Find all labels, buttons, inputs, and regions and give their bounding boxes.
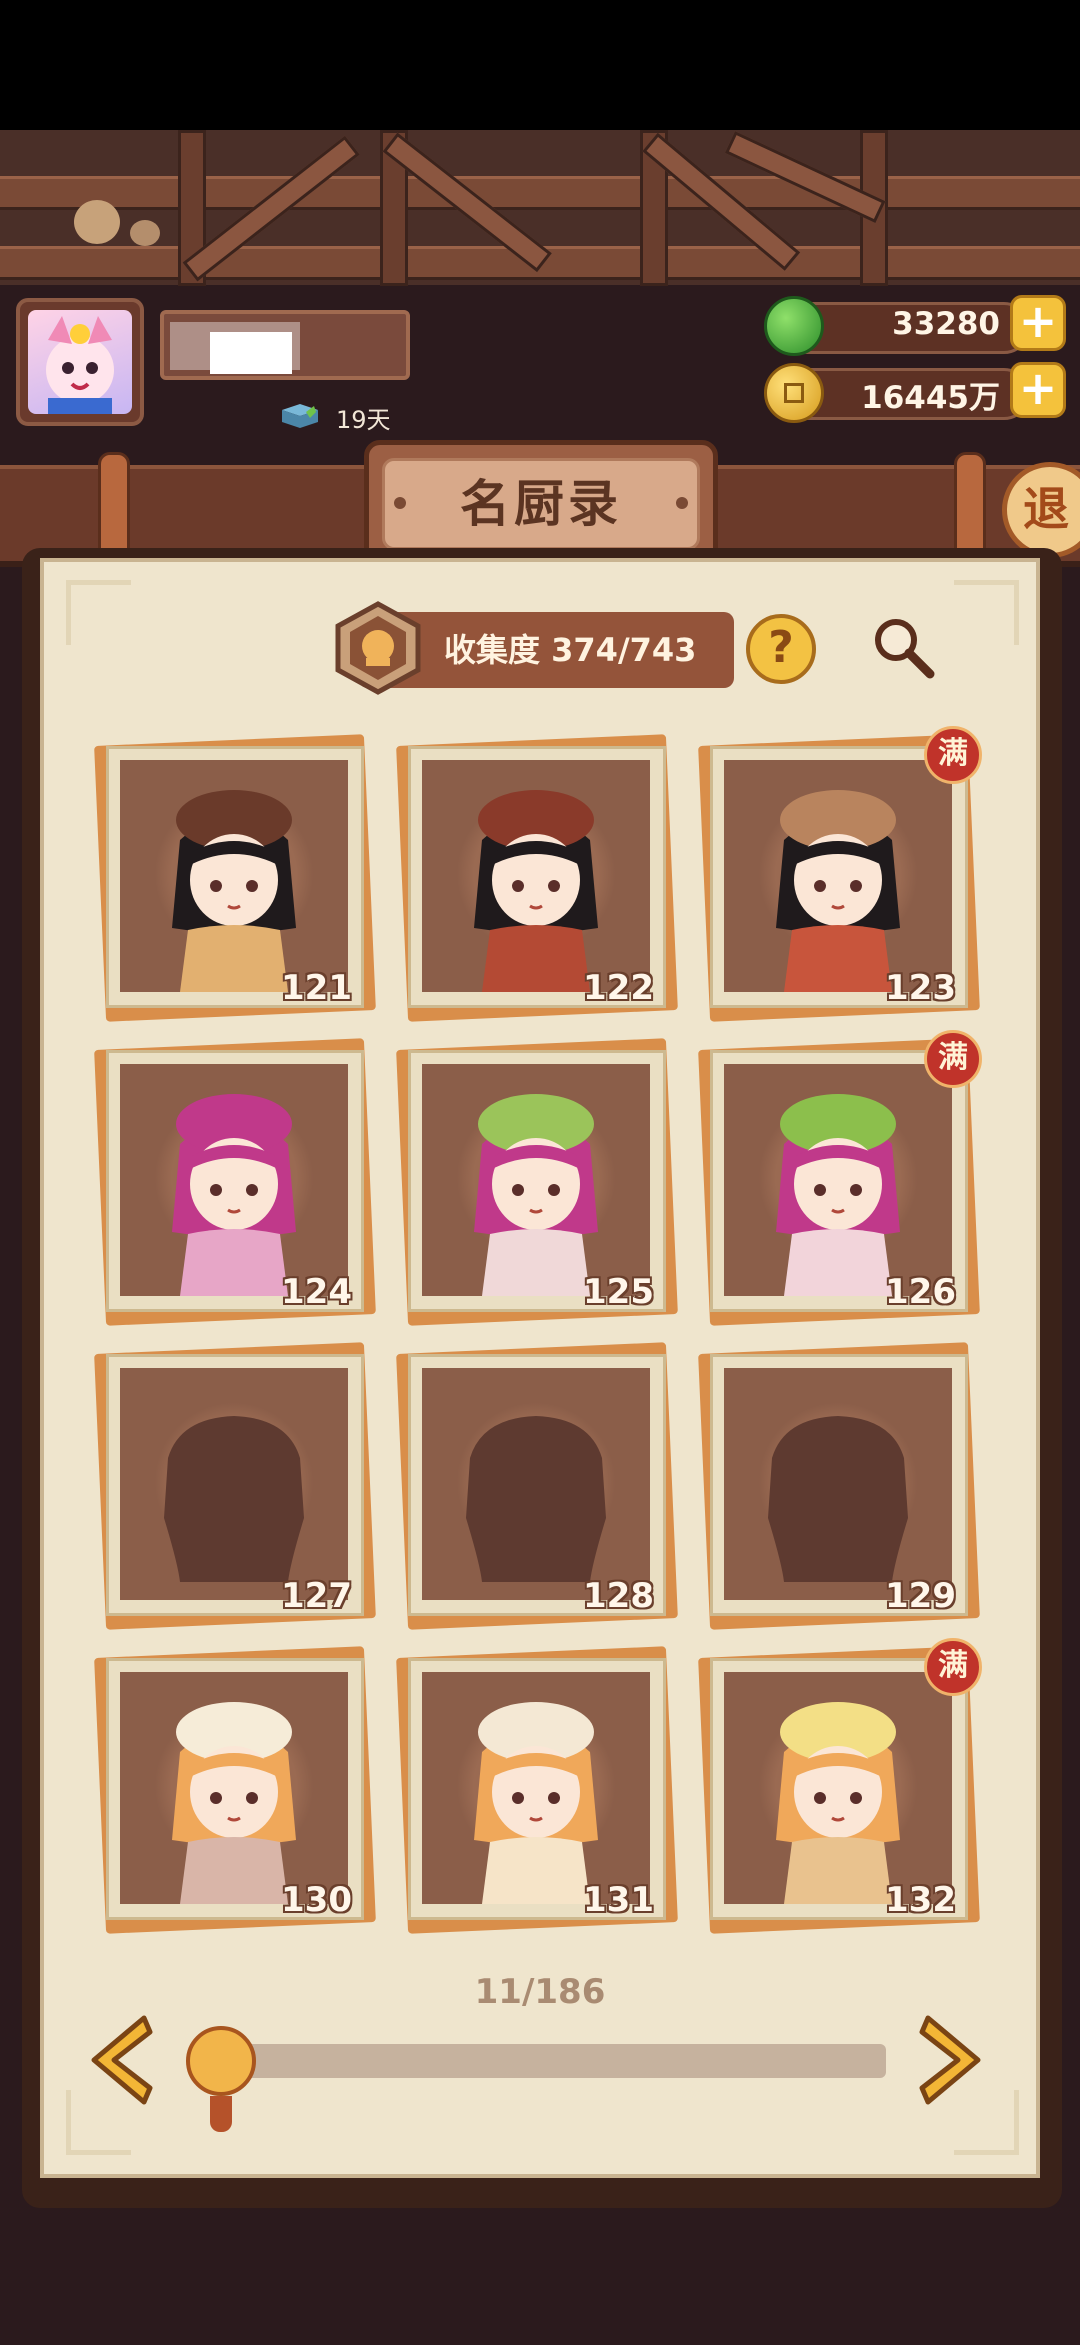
- locked-silhouette-icon: [768, 1416, 908, 1582]
- chef-hat-icon: [330, 600, 426, 696]
- chef-portrait: [474, 1702, 598, 1904]
- chef-card[interactable]: 128: [396, 1342, 678, 1630]
- chef-card[interactable]: 129: [698, 1342, 980, 1630]
- locked-silhouette-icon: [164, 1416, 304, 1582]
- chef-portrait: [172, 1702, 296, 1904]
- chef-number: 130: [281, 1880, 352, 1920]
- chef-card[interactable]: 123: [698, 734, 980, 1022]
- roof-beams: [0, 130, 1080, 286]
- chef-portrait: [172, 790, 296, 992]
- chef-card[interactable]: 125: [396, 1038, 678, 1326]
- chef-number: 123: [885, 968, 956, 1008]
- chef-portrait: [776, 790, 900, 992]
- jade-amount: 33280: [892, 306, 1000, 342]
- full-badge: 满: [924, 1638, 982, 1696]
- help-button[interactable]: ?: [746, 614, 816, 684]
- coin-amount: 16445万: [861, 380, 1000, 416]
- search-icon[interactable]: [868, 612, 938, 682]
- chef-number: 131: [583, 1880, 654, 1920]
- knob-tassel: [210, 2096, 232, 2132]
- nail: [394, 497, 406, 509]
- chef-number: 126: [885, 1272, 956, 1312]
- chef-portrait: [474, 790, 598, 992]
- corner-ornament: [66, 580, 131, 645]
- chef-portrait: [474, 1094, 598, 1296]
- avatar[interactable]: [28, 310, 132, 414]
- chef-portrait: [172, 1094, 296, 1296]
- book-icon: [280, 402, 320, 430]
- full-badge: 满: [924, 726, 982, 784]
- chef-number: 132: [885, 1880, 956, 1920]
- page-slider-knob[interactable]: [186, 2026, 256, 2096]
- chef-portrait: [776, 1702, 900, 1904]
- add-jade-button[interactable]: +: [1010, 295, 1066, 351]
- nail: [676, 497, 688, 509]
- full-badge: 满: [924, 1030, 982, 1088]
- page-title: 名厨录: [382, 458, 700, 550]
- chef-portrait: [776, 1094, 900, 1296]
- chef-card[interactable]: 121: [94, 734, 376, 1022]
- chef-card[interactable]: 122: [396, 734, 678, 1022]
- chef-number: 128: [583, 1576, 654, 1616]
- chef-number: 127: [281, 1576, 352, 1616]
- chef-card[interactable]: 131: [396, 1646, 678, 1934]
- chef-card[interactable]: 126: [698, 1038, 980, 1326]
- chef-card[interactable]: 130: [94, 1646, 376, 1934]
- chef-number: 125: [583, 1272, 654, 1312]
- chef-card[interactable]: 124: [94, 1038, 376, 1326]
- next-page-arrow-icon[interactable]: [916, 2010, 992, 2110]
- add-coins-button[interactable]: +: [1010, 362, 1066, 418]
- chef-number: 124: [281, 1272, 352, 1312]
- days-label: 19天: [336, 406, 391, 434]
- chef-card[interactable]: 132: [698, 1646, 980, 1934]
- chef-number: 129: [885, 1576, 956, 1616]
- coin-icon: [764, 363, 824, 423]
- chef-number: 121: [281, 968, 352, 1008]
- jade-icon: [764, 296, 824, 356]
- prev-page-arrow-icon[interactable]: [80, 2010, 156, 2110]
- name-redaction-block: [210, 332, 292, 374]
- chef-card[interactable]: 127: [94, 1342, 376, 1630]
- locked-silhouette-icon: [466, 1416, 606, 1582]
- chef-number: 122: [583, 968, 654, 1008]
- chick-decoration: [74, 200, 120, 244]
- page-slider-track[interactable]: [246, 2044, 886, 2078]
- status-bar: [0, 0, 1080, 130]
- page-indicator: 11/186: [474, 1972, 606, 2012]
- corner-ornament: [954, 580, 1019, 645]
